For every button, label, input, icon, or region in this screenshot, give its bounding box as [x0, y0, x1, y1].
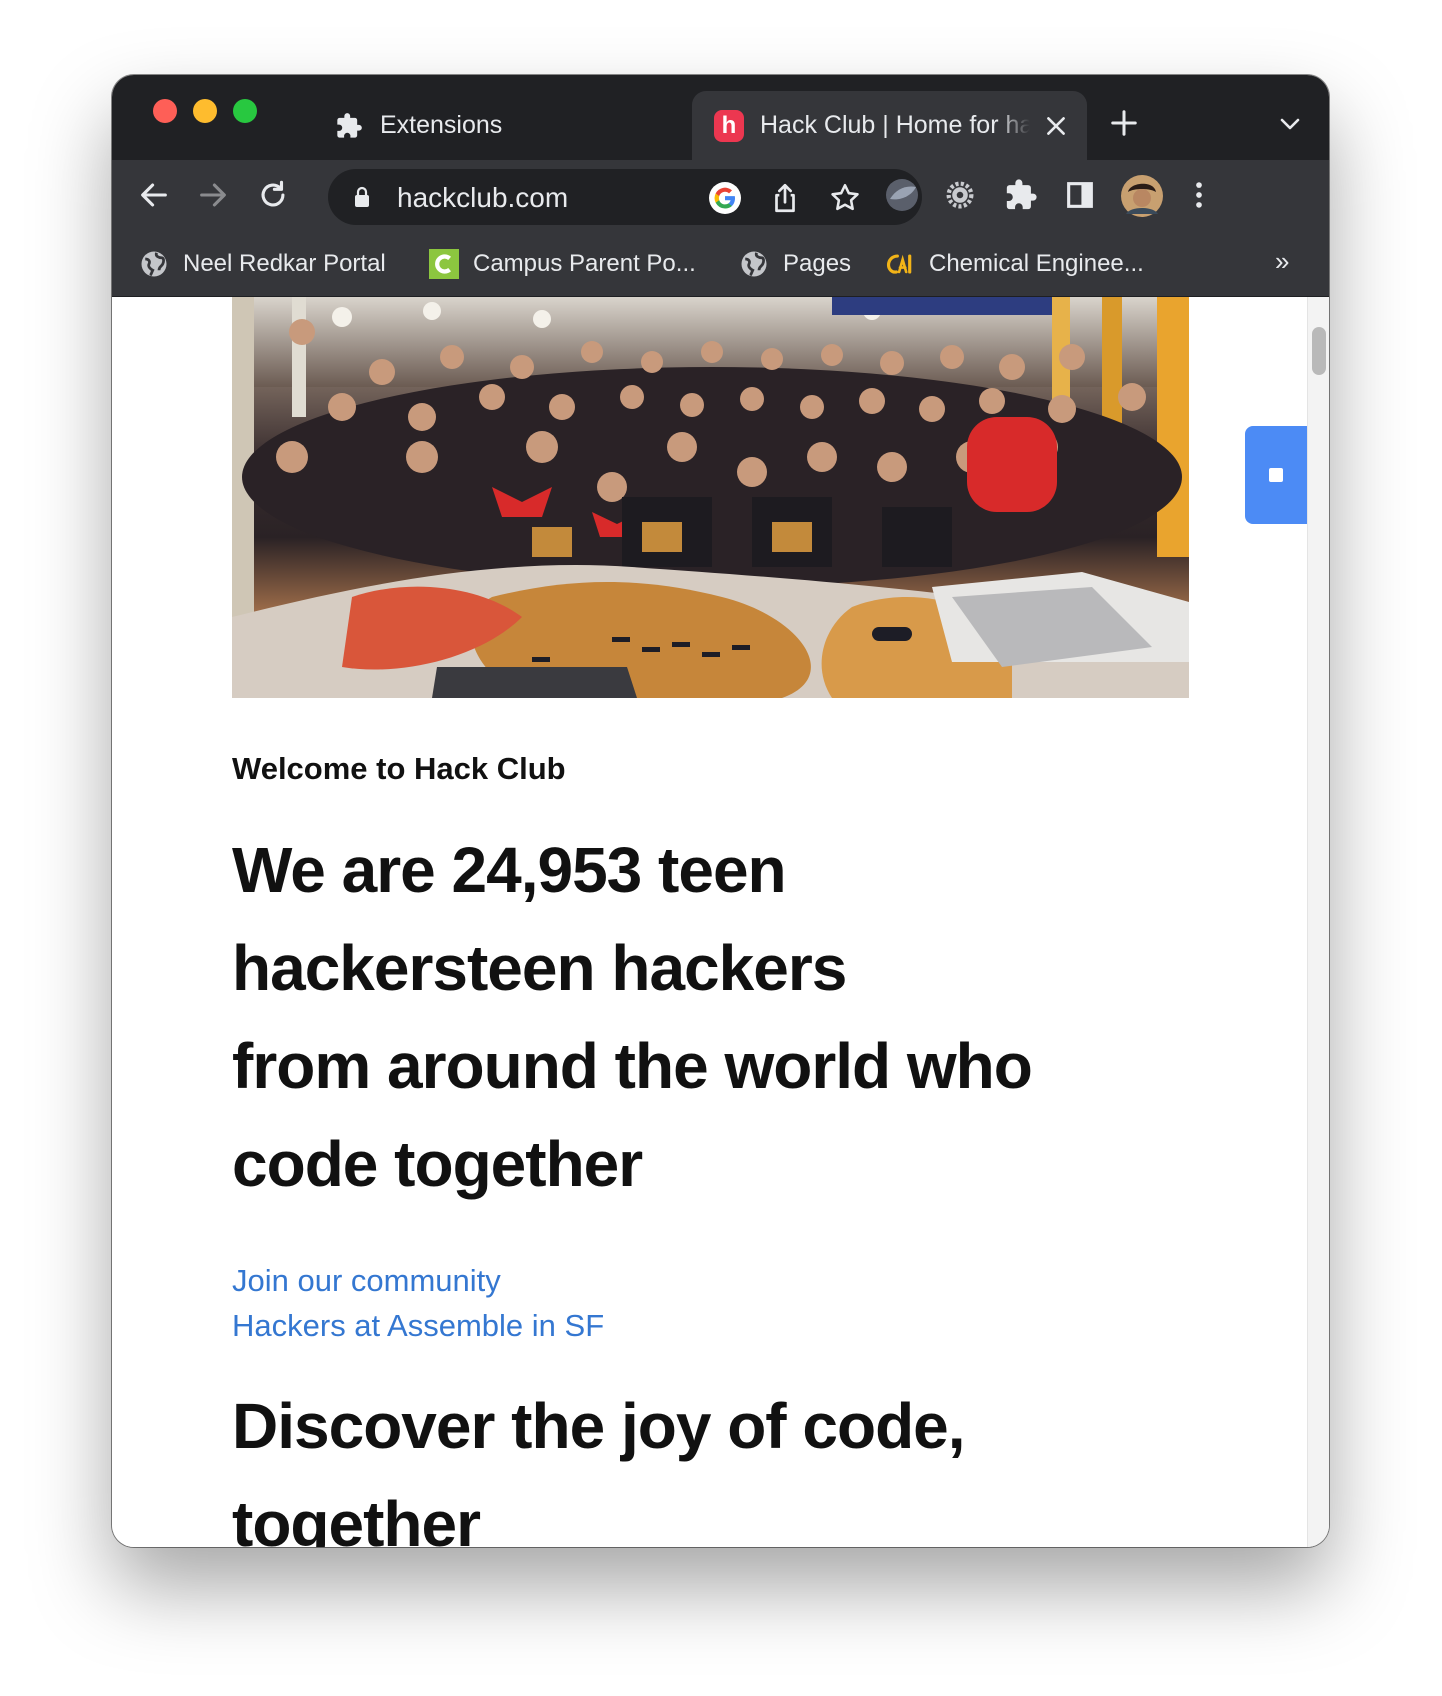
bookmark-campus-parent-portal[interactable]: Campus Parent Po... — [429, 246, 696, 282]
group-photo-illustration — [232, 297, 1189, 698]
campus-c-icon — [429, 249, 459, 279]
back-arrow-icon[interactable] — [137, 178, 171, 212]
forward-arrow-icon[interactable] — [196, 178, 230, 212]
welcome-heading: Welcome to Hack Club — [232, 751, 566, 786]
minimize-window-button[interactable] — [193, 99, 217, 123]
new-tab-plus-icon[interactable] — [1109, 108, 1139, 138]
globe-icon — [139, 249, 169, 279]
bookmark-label: Chemical Enginee... — [929, 250, 1144, 277]
headline-line: from around the world who — [232, 1030, 1033, 1102]
headline-line: Discover the joy of code, — [232, 1390, 966, 1462]
google-icon[interactable] — [708, 181, 742, 215]
lock-icon[interactable] — [350, 183, 374, 211]
tab-title: Extensions — [380, 111, 503, 139]
widget-icon — [1269, 468, 1283, 482]
gear-extension-icon[interactable] — [943, 178, 977, 212]
scrollbar-thumb[interactable] — [1312, 327, 1326, 375]
close-window-button[interactable] — [153, 99, 177, 123]
close-tab-icon[interactable] — [1043, 113, 1069, 139]
discover-heading: Discover the joy of code, together — [232, 1377, 1172, 1547]
floating-action-button[interactable] — [1245, 426, 1307, 524]
bookmarks-bar: Neel Redkar Portal Campus Parent Po... P… — [112, 232, 1329, 297]
side-panel-icon[interactable] — [1063, 178, 1097, 212]
puzzle-icon — [334, 111, 364, 141]
headline-line: hackersteen hackers — [232, 932, 847, 1004]
headline-line: together — [232, 1488, 481, 1547]
headline-line: code together — [232, 1128, 643, 1200]
extension-orb-icon[interactable] — [884, 177, 920, 213]
headline: We are 24,953 teen hackersteen hackers f… — [232, 821, 1172, 1213]
more-menu-icon[interactable] — [1182, 178, 1216, 212]
cal-logo-icon — [885, 249, 915, 279]
globe-icon — [739, 249, 769, 279]
browser-window: Extensions h Hack Club | Home for hacker… — [112, 75, 1329, 1547]
hero-photo — [232, 297, 1189, 698]
bookmark-star-icon[interactable] — [828, 181, 862, 215]
bookmark-label: Campus Parent Po... — [473, 250, 696, 277]
bookmark-chemical-engineering[interactable]: Chemical Enginee... — [885, 246, 1144, 282]
bookmark-label: Neel Redkar Portal — [183, 250, 386, 277]
chevron-down-icon[interactable] — [1278, 115, 1302, 133]
bookmarks-overflow-button[interactable]: » — [1275, 246, 1289, 277]
assemble-photo-link[interactable]: Hackers at Assemble in SF — [232, 1308, 604, 1344]
avatar[interactable] — [1120, 174, 1164, 218]
toolbar: hackclub.com — [112, 160, 1329, 232]
address-bar[interactable]: hackclub.com — [328, 169, 922, 225]
share-icon[interactable] — [768, 181, 802, 215]
tab-strip: Extensions h Hack Club | Home for hacker… — [112, 75, 1329, 160]
tab-hack-club[interactable]: h Hack Club | Home for hackers — [692, 91, 1087, 160]
join-community-link[interactable]: Join our community — [232, 1263, 501, 1299]
bookmark-pages[interactable]: Pages — [739, 246, 851, 282]
vertical-scrollbar[interactable] — [1307, 297, 1329, 1547]
maximize-window-button[interactable] — [233, 99, 257, 123]
page-content: Welcome to Hack Club We are 24,953 teen … — [112, 297, 1329, 1547]
bookmark-label: Pages — [783, 250, 852, 277]
url-text[interactable]: hackclub.com — [397, 182, 568, 214]
bookmark-neel-redkar-portal[interactable]: Neel Redkar Portal — [139, 246, 386, 282]
tab-title: Hack Club | Home for hackers — [760, 111, 1030, 139]
hack-club-logo-icon: h — [714, 109, 744, 142]
reload-icon[interactable] — [256, 178, 290, 212]
headline-line: We are 24,953 teen — [232, 834, 787, 906]
extensions-puzzle-icon[interactable] — [1004, 178, 1038, 212]
